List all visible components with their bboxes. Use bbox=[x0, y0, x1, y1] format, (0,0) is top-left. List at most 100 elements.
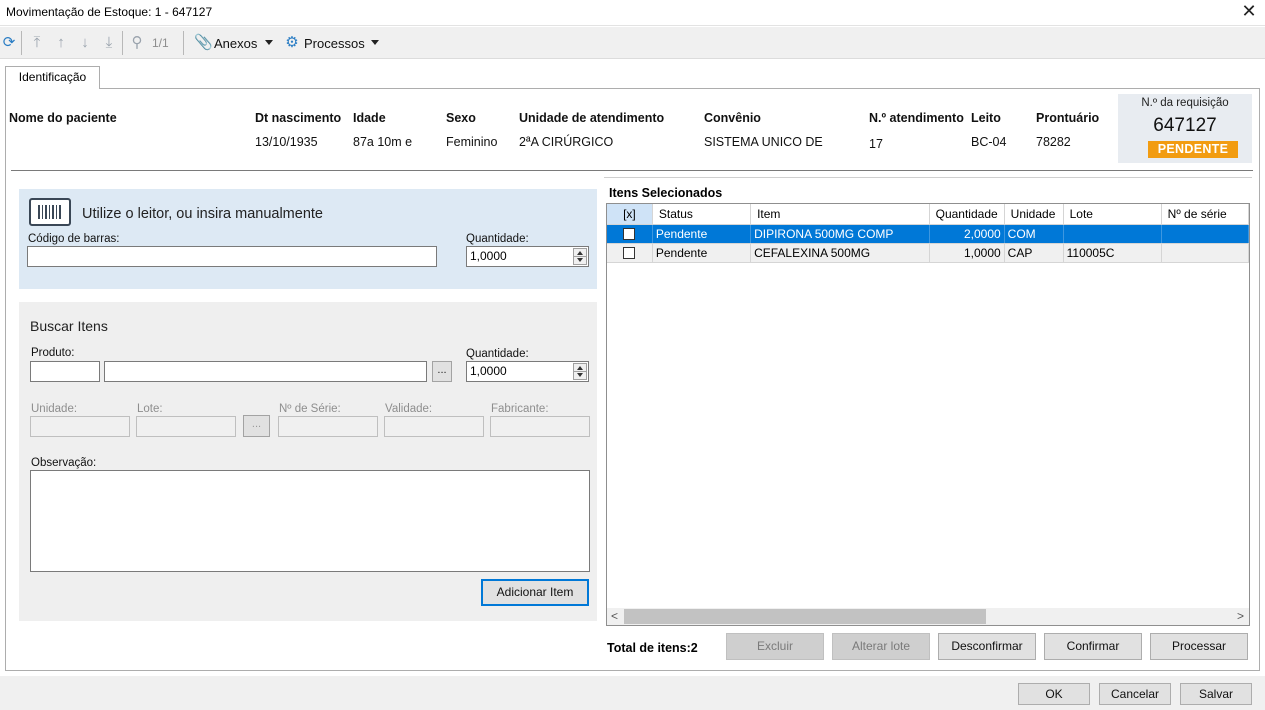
selected-items-table: [x] Status Item Quantidade Unidade Lote … bbox=[607, 204, 1249, 263]
item-column-header[interactable]: Item bbox=[750, 204, 930, 225]
record-counter: 1/1 bbox=[152, 36, 169, 50]
previous-record-icon[interactable]: ↑ bbox=[53, 34, 69, 52]
search-quantity-label: Quantidade: bbox=[466, 348, 529, 360]
scanner-quantity-value: 1,0000 bbox=[470, 249, 507, 263]
search-icon[interactable]: ⚲ bbox=[129, 34, 145, 52]
gear-icon[interactable]: ⚙ bbox=[284, 34, 300, 52]
last-record-icon[interactable]: ⤓ bbox=[101, 34, 117, 52]
notes-textarea[interactable] bbox=[30, 470, 590, 572]
selected-items-grid: [x] Status Item Quantidade Unidade Lote … bbox=[606, 203, 1250, 626]
search-quantity-stepper[interactable]: 1,0000 bbox=[466, 361, 589, 382]
lot-input bbox=[136, 416, 236, 437]
lot-browse-button: ... bbox=[243, 415, 270, 437]
record-value: 78282 bbox=[1036, 135, 1071, 149]
table-row[interactable]: Pendente CEFALEXINA 500MG 1,0000 CAP 110… bbox=[607, 243, 1249, 263]
toolbar-separator bbox=[21, 31, 22, 55]
stepper-arrows-icon[interactable] bbox=[573, 363, 587, 380]
product-code-input[interactable] bbox=[30, 361, 100, 382]
change-lot-button[interactable]: Alterar lote bbox=[832, 633, 930, 660]
search-quantity-value: 1,0000 bbox=[470, 364, 507, 378]
refresh-icon[interactable]: ⟳ bbox=[1, 34, 17, 52]
product-name-input[interactable] bbox=[104, 361, 427, 382]
validity-label: Validade: bbox=[385, 403, 433, 415]
stepper-arrows-icon[interactable] bbox=[573, 248, 587, 265]
item-cell: DIPIRONA 500MG COMP bbox=[750, 224, 930, 244]
horizontal-scrollbar[interactable]: < > bbox=[607, 608, 1249, 625]
status-column-header[interactable]: Status bbox=[652, 204, 752, 225]
barcode-label: Código de barras: bbox=[28, 233, 120, 245]
row-checkbox-cell[interactable] bbox=[607, 243, 653, 263]
product-label: Produto: bbox=[31, 347, 75, 359]
attachments-menu[interactable]: Anexos bbox=[214, 36, 257, 51]
unconfirm-button[interactable]: Desconfirmar bbox=[938, 633, 1036, 660]
lot-column-header[interactable]: Lote bbox=[1063, 204, 1162, 225]
paperclip-icon[interactable]: 📎 bbox=[194, 34, 213, 52]
processes-menu[interactable]: Processos bbox=[304, 36, 365, 51]
next-record-icon[interactable]: ↓ bbox=[77, 34, 93, 52]
scanner-quantity-stepper[interactable]: 1,0000 bbox=[466, 246, 589, 267]
scroll-right-icon[interactable]: > bbox=[1237, 609, 1244, 623]
lot-label: Lote: bbox=[137, 403, 163, 415]
status-cell: Pendente bbox=[652, 243, 752, 263]
toolbar: ⟳ ⤒ ↑ ↓ ⤓ ⚲ 1/1 📎 Anexos ⚙ Processos bbox=[0, 27, 1265, 59]
chevron-down-icon[interactable] bbox=[371, 40, 379, 45]
bed-value: BC-04 bbox=[971, 135, 1007, 149]
scroll-left-icon[interactable]: < bbox=[611, 609, 618, 623]
delete-button[interactable]: Excluir bbox=[726, 633, 824, 660]
search-title: Buscar Itens bbox=[30, 318, 108, 334]
age-header: Idade bbox=[353, 111, 386, 125]
serial-cell bbox=[1161, 224, 1249, 244]
unit-cell: CAP bbox=[1004, 243, 1064, 263]
serial-cell bbox=[1161, 243, 1249, 263]
scanner-quantity-label: Quantidade: bbox=[466, 233, 529, 245]
unit-label: Unidade: bbox=[31, 403, 78, 415]
sex-header: Sexo bbox=[446, 111, 476, 125]
unit-input bbox=[30, 416, 130, 437]
serial-label: Nº de Série: bbox=[279, 403, 341, 415]
validity-input bbox=[384, 416, 484, 437]
quantity-cell: 2,0000 bbox=[929, 224, 1005, 244]
select-all-column-header[interactable]: [x] bbox=[607, 204, 653, 225]
title-bar: Movimentação de Estoque: 1 - 647127 ✕ bbox=[0, 0, 1265, 26]
item-cell: CEFALEXINA 500MG bbox=[750, 243, 930, 263]
row-checkbox-cell[interactable] bbox=[607, 224, 653, 244]
toolbar-separator bbox=[122, 31, 123, 55]
age-value: 87a 10m e bbox=[353, 135, 413, 149]
close-icon[interactable]: ✕ bbox=[1241, 1, 1257, 22]
window-title: Movimentação de Estoque: 1 - 647127 bbox=[6, 5, 213, 19]
birth-date-value: 13/10/1935 bbox=[255, 135, 318, 149]
birth-date-header: Dt nascimento bbox=[255, 111, 342, 125]
quantity-column-header[interactable]: Quantidade bbox=[929, 204, 1005, 225]
product-browse-button[interactable]: ... bbox=[432, 361, 452, 382]
add-item-button[interactable]: Adicionar Item bbox=[481, 579, 589, 606]
unit-cell: COM bbox=[1004, 224, 1064, 244]
first-record-icon[interactable]: ⤒ bbox=[29, 34, 45, 52]
sex-value: Feminino bbox=[446, 135, 498, 149]
row-checkbox[interactable] bbox=[623, 228, 635, 241]
status-cell: Pendente bbox=[652, 224, 752, 244]
ok-button[interactable]: OK bbox=[1018, 683, 1090, 705]
scrollbar-thumb[interactable] bbox=[624, 609, 986, 624]
process-button[interactable]: Processar bbox=[1150, 633, 1248, 660]
unit-value: 2ªA CIRÚRGICO bbox=[519, 135, 614, 149]
tab-identificacao[interactable]: Identificação bbox=[5, 66, 100, 89]
save-button[interactable]: Salvar bbox=[1180, 683, 1252, 705]
unit-column-header[interactable]: Unidade bbox=[1004, 204, 1064, 225]
requisition-box: N.º da requisição 647127 PENDENTE bbox=[1118, 94, 1252, 163]
scanner-title: Utilize o leitor, ou insira manualmente bbox=[82, 206, 323, 222]
barcode-input[interactable] bbox=[27, 246, 437, 267]
selected-items-divider bbox=[604, 177, 1252, 178]
chevron-down-icon[interactable] bbox=[265, 40, 273, 45]
row-checkbox[interactable] bbox=[623, 247, 635, 260]
manufacturer-input bbox=[490, 416, 590, 437]
unit-header: Unidade de atendimento bbox=[519, 111, 665, 125]
table-row[interactable]: Pendente DIPIRONA 500MG COMP 2,0000 COM bbox=[607, 224, 1249, 244]
cancel-button[interactable]: Cancelar bbox=[1099, 683, 1171, 705]
serial-column-header[interactable]: Nº de série bbox=[1161, 204, 1249, 225]
serial-input bbox=[278, 416, 378, 437]
bed-header: Leito bbox=[971, 111, 1001, 125]
record-header: Prontuário bbox=[1036, 111, 1100, 125]
toolbar-separator bbox=[183, 31, 184, 55]
confirm-button[interactable]: Confirmar bbox=[1044, 633, 1142, 660]
manufacturer-label: Fabricante: bbox=[491, 403, 549, 415]
